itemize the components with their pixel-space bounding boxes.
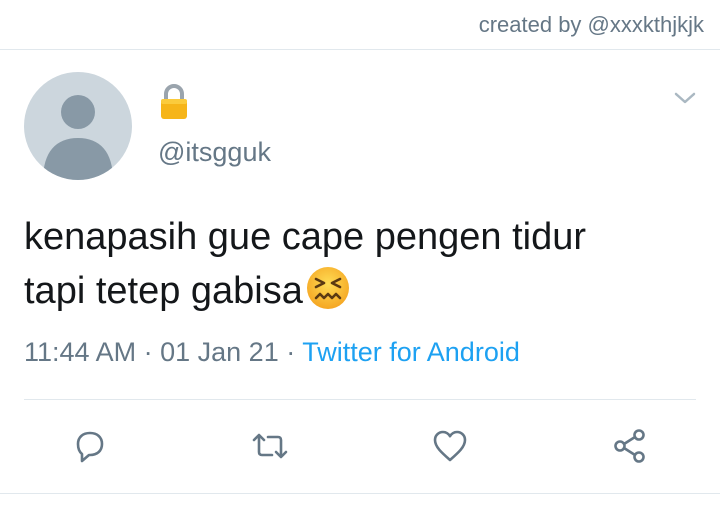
heart-icon [433, 430, 467, 462]
tweet-text-segment: tapi tetep gabisa [24, 270, 303, 312]
tweet-text-line: kenapasih gue cape pengen tidur [24, 216, 587, 258]
tweet-time[interactable]: 11:44 AM [24, 337, 136, 367]
tweet-meta: 11:44 AM · 01 Jan 21 · Twitter for Andro… [24, 337, 520, 368]
tweet-text-line-2: tapi tetep gabisa [24, 264, 704, 318]
retweet-icon [252, 433, 288, 459]
divider [0, 49, 720, 50]
confounded-face-emoji-icon [305, 265, 351, 311]
reply-icon [76, 431, 104, 463]
default-profile-icon [43, 95, 113, 180]
lock-icon [158, 84, 190, 120]
meta-separator: · [143, 337, 153, 367]
reply-button[interactable] [68, 424, 112, 468]
chevron-down-icon[interactable] [674, 90, 696, 106]
retweet-button[interactable] [248, 424, 292, 468]
tweet-actions-bar [0, 420, 720, 470]
like-button[interactable] [428, 424, 472, 468]
avatar[interactable] [24, 72, 132, 180]
tweet-source-link[interactable]: Twitter for Android [302, 337, 520, 367]
share-button[interactable] [608, 424, 652, 468]
user-handle[interactable]: @itsgguk [158, 137, 271, 168]
tweet-date[interactable]: 01 Jan 21 [160, 337, 279, 367]
meta-separator: · [286, 337, 296, 367]
watermark: created by @xxxkthjkjk [478, 12, 704, 37]
divider [24, 399, 696, 400]
tweet-text: kenapasih gue cape pengen tidur tapi tet… [24, 210, 704, 318]
share-icon [614, 429, 645, 463]
divider [0, 493, 720, 494]
